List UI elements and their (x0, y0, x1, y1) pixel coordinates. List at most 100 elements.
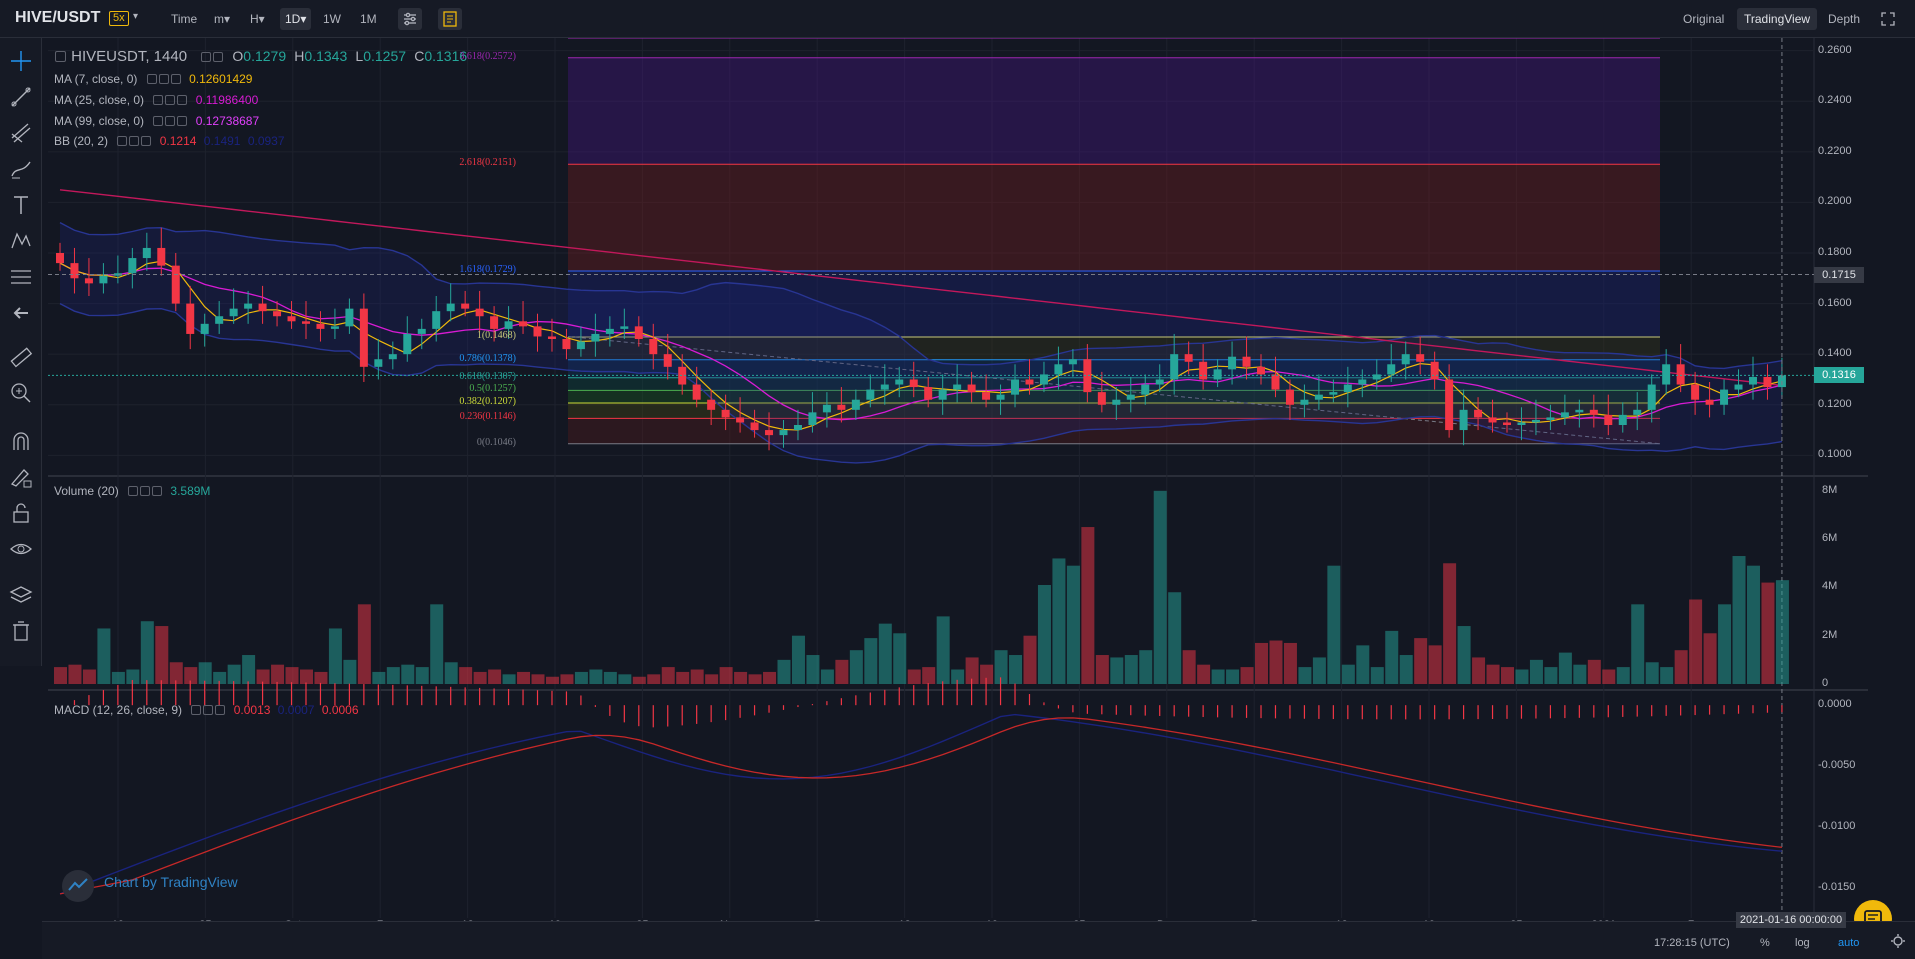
layers-icon[interactable] (8, 582, 34, 608)
settings-icon[interactable] (201, 52, 212, 62)
view-original[interactable]: Original (1676, 8, 1731, 30)
watermark-text[interactable]: Chart by TradingView (104, 874, 238, 890)
log-toggle[interactable]: log (1795, 937, 1810, 949)
fib-level-label: 3.618(0.2572) (459, 50, 516, 62)
percent-toggle[interactable]: % (1760, 937, 1770, 949)
close-icon[interactable] (170, 74, 181, 84)
settings-icon[interactable] (153, 116, 164, 126)
settings-icon[interactable] (146, 74, 157, 84)
eye-icon[interactable] (8, 536, 34, 562)
volume-bar (647, 674, 661, 684)
unlock-icon[interactable] (8, 500, 34, 526)
close-icon[interactable] (215, 705, 226, 715)
candle (142, 247, 151, 259)
volume-bar (1124, 655, 1138, 684)
zoom-icon[interactable] (8, 380, 34, 406)
ma7-legend: MA (7, close, 0) 0.12601429 (54, 72, 252, 86)
volume-bar (936, 616, 950, 684)
interval-time[interactable]: Time (166, 8, 202, 30)
template-icon[interactable] (438, 8, 462, 30)
settings-icon[interactable] (153, 95, 164, 105)
trendline-icon[interactable] (8, 84, 34, 110)
price-axis-label: 0.1600 (1818, 296, 1852, 309)
lock-drawing-icon[interactable] (8, 464, 34, 490)
chevron-down-icon[interactable]: ▾ (133, 11, 138, 22)
indicator-settings-icon[interactable] (398, 8, 422, 30)
volume-bar (1168, 592, 1182, 684)
bb-upper-value: 0.1491 (203, 134, 241, 148)
view-tradingview[interactable]: TradingView (1737, 8, 1818, 30)
drawing-toolbar (0, 38, 42, 959)
leverage-badge[interactable]: 5x (109, 11, 129, 26)
candle (707, 399, 716, 410)
visibility-icon[interactable] (213, 52, 224, 62)
close-icon[interactable] (177, 95, 188, 105)
candle (1575, 409, 1584, 413)
text-icon[interactable] (8, 192, 34, 218)
candle (1488, 417, 1497, 423)
interval-minutes[interactable]: m▾ (209, 8, 235, 30)
candle (1662, 364, 1671, 385)
price-axis-label: 0.1000 (1818, 448, 1852, 461)
trading-pair[interactable]: HIVE/USDT (15, 9, 100, 27)
chart-canvas[interactable] (48, 38, 1868, 921)
close-icon[interactable] (141, 136, 152, 146)
interval-1w[interactable]: 1W (318, 8, 346, 30)
gear-icon[interactable] (1890, 933, 1906, 952)
settings-icon[interactable] (128, 486, 139, 496)
collapse-icon[interactable] (55, 51, 66, 62)
volume-bar (820, 669, 834, 684)
fullscreen-icon[interactable] (1876, 8, 1900, 30)
volume-axis-label: 0 (1822, 677, 1829, 689)
visibility-icon[interactable] (129, 136, 140, 146)
volume-bar (299, 669, 313, 684)
interval-hours[interactable]: H▾ (245, 8, 270, 30)
fib-icon[interactable] (8, 264, 34, 290)
volume-bar (734, 671, 748, 684)
crosshair-icon[interactable] (8, 48, 34, 74)
back-arrow-icon[interactable] (8, 300, 34, 326)
volume-bar (82, 669, 96, 684)
visibility-icon[interactable] (140, 486, 151, 496)
settings-icon[interactable] (117, 136, 128, 146)
view-depth[interactable]: Depth (1821, 8, 1867, 30)
candle (171, 265, 180, 304)
macd-hist-value: 0.0006 (321, 703, 359, 717)
magnet-icon[interactable] (8, 428, 34, 454)
candle (244, 303, 253, 309)
candle (490, 316, 499, 329)
chart-area[interactable]: HIVEUSDT, 1440 O0.1279 H0.1343 L0.1257 C… (48, 38, 1868, 931)
visibility-icon[interactable] (165, 95, 176, 105)
visibility-icon[interactable] (203, 705, 214, 715)
volume-bar (1240, 667, 1254, 684)
volume-bar (835, 659, 849, 684)
interval-1d[interactable]: 1D▾ (280, 8, 312, 30)
volume-legend: Volume (20) 3.589M (54, 484, 210, 498)
volume-bar (488, 669, 502, 684)
auto-toggle[interactable]: auto (1838, 937, 1859, 949)
candle (84, 278, 93, 284)
interval-1m[interactable]: 1M (355, 8, 382, 30)
candle (1112, 399, 1121, 405)
pitchfork-icon[interactable] (8, 120, 34, 146)
volume-bar (1746, 565, 1760, 684)
bb-lower-value: 0.0937 (247, 134, 285, 148)
candle (663, 354, 672, 367)
visibility-icon[interactable] (158, 74, 169, 84)
volume-axis-label: 8M (1822, 483, 1838, 496)
close-icon[interactable] (152, 486, 163, 496)
volume-bar (285, 667, 299, 684)
trash-icon[interactable] (8, 618, 34, 644)
volume-bar (415, 667, 429, 684)
volume-bar (1370, 667, 1384, 684)
candle (287, 316, 296, 322)
candle (1720, 389, 1729, 405)
visibility-icon[interactable] (165, 116, 176, 126)
ruler-icon[interactable] (8, 344, 34, 370)
settings-icon[interactable] (191, 705, 202, 715)
candle (895, 379, 904, 385)
brush-icon[interactable] (8, 156, 34, 182)
candle (330, 326, 339, 329)
pattern-icon[interactable] (8, 228, 34, 254)
close-icon[interactable] (177, 116, 188, 126)
